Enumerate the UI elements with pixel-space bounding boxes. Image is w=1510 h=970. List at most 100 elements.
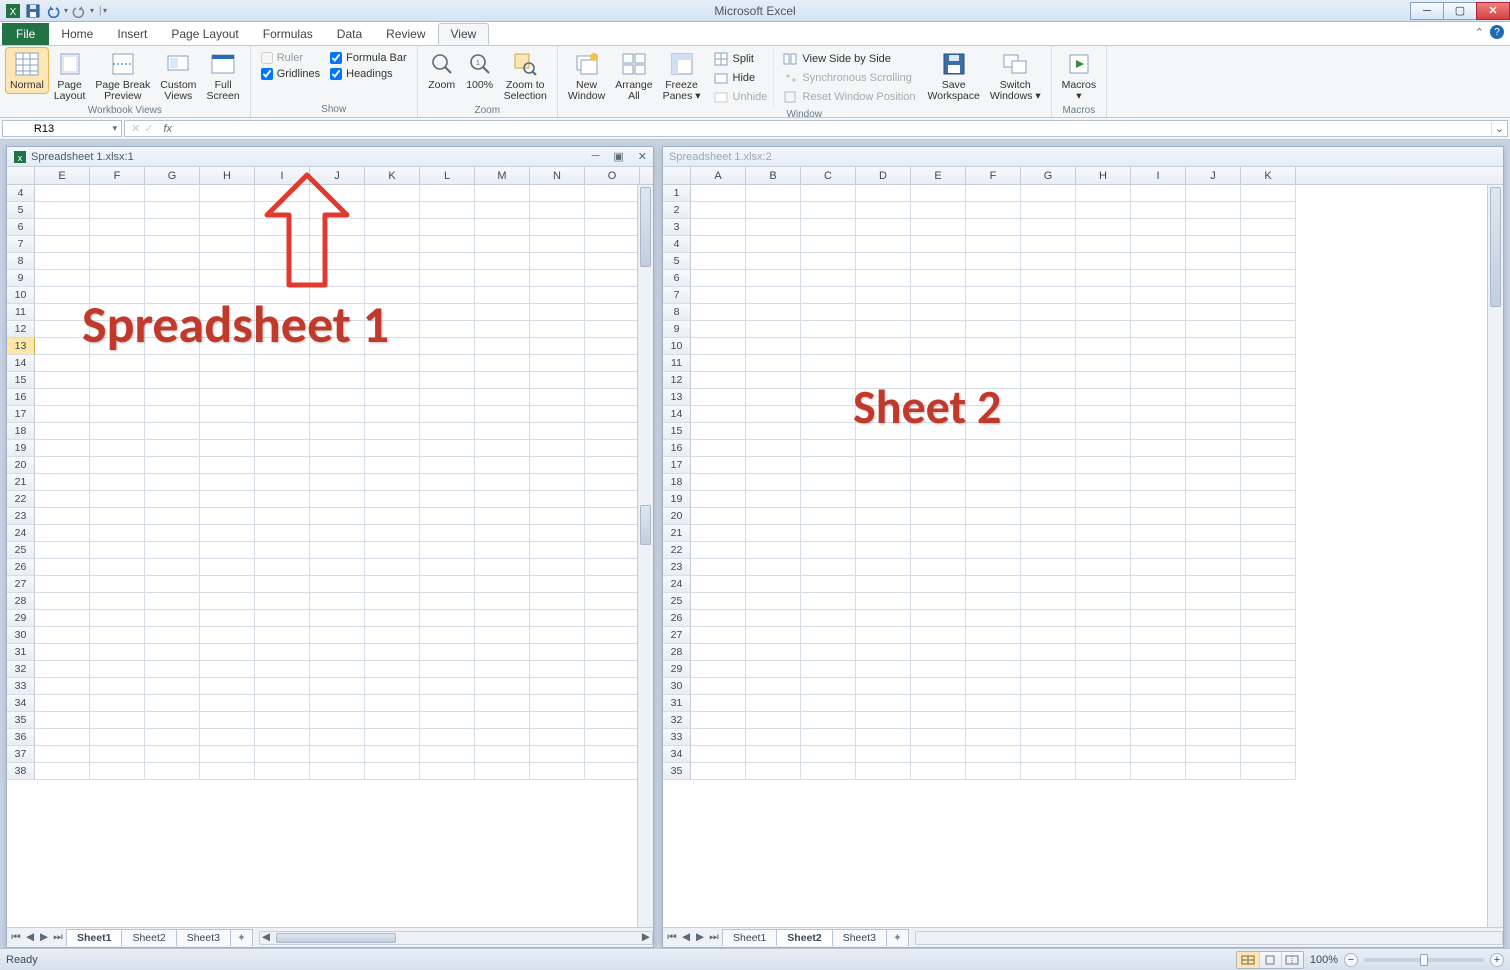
cell[interactable] [1186, 423, 1241, 440]
cell[interactable] [911, 389, 966, 406]
row-header[interactable]: 10 [7, 287, 35, 304]
cell[interactable] [475, 712, 530, 729]
cell[interactable] [35, 695, 90, 712]
cell[interactable] [145, 695, 200, 712]
cell[interactable] [856, 236, 911, 253]
cell[interactable] [255, 644, 310, 661]
cell[interactable] [145, 253, 200, 270]
cell[interactable] [420, 525, 475, 542]
cell[interactable] [585, 644, 640, 661]
cell[interactable] [255, 542, 310, 559]
cell[interactable] [966, 627, 1021, 644]
tab-nav-prev-1[interactable]: ◀ [23, 931, 37, 944]
cell[interactable] [746, 661, 801, 678]
cell[interactable] [856, 355, 911, 372]
col-header[interactable]: K [1241, 167, 1296, 184]
cell[interactable] [1076, 542, 1131, 559]
cell[interactable] [145, 338, 200, 355]
cell[interactable] [691, 763, 746, 780]
grid-2[interactable]: ABCDEFGHIJK 1234567891011121314151617181… [663, 167, 1503, 927]
cell[interactable] [530, 338, 585, 355]
row-header[interactable]: 26 [7, 559, 35, 576]
cell[interactable] [35, 372, 90, 389]
workbook-2-titlebar[interactable]: Spreadsheet 1.xlsx:2 [663, 147, 1503, 167]
cell[interactable] [801, 457, 856, 474]
cell[interactable] [200, 678, 255, 695]
cell[interactable] [530, 253, 585, 270]
tab-nav-next-1[interactable]: ▶ [37, 931, 51, 944]
row-header[interactable]: 35 [7, 712, 35, 729]
cell[interactable] [420, 746, 475, 763]
cell[interactable] [801, 185, 856, 202]
cell[interactable] [365, 304, 420, 321]
cell[interactable] [90, 406, 145, 423]
cell[interactable] [90, 525, 145, 542]
cell[interactable] [1131, 746, 1186, 763]
cell[interactable] [1186, 610, 1241, 627]
cell[interactable] [310, 491, 365, 508]
cell[interactable] [475, 610, 530, 627]
cell[interactable] [200, 712, 255, 729]
cell[interactable] [310, 253, 365, 270]
cell[interactable] [145, 508, 200, 525]
cell[interactable] [1076, 661, 1131, 678]
cell[interactable] [911, 185, 966, 202]
cell[interactable] [585, 627, 640, 644]
cell[interactable] [585, 763, 640, 780]
cell[interactable] [746, 321, 801, 338]
cell[interactable] [1241, 576, 1296, 593]
cell[interactable] [691, 304, 746, 321]
cell[interactable] [691, 287, 746, 304]
cell[interactable] [475, 542, 530, 559]
cell[interactable] [911, 593, 966, 610]
cell[interactable] [585, 525, 640, 542]
cell[interactable] [1186, 729, 1241, 746]
cell[interactable] [911, 321, 966, 338]
cell[interactable] [1076, 644, 1131, 661]
row-header[interactable]: 14 [7, 355, 35, 372]
row-header[interactable]: 22 [663, 542, 691, 559]
cell[interactable] [365, 559, 420, 576]
cell[interactable] [200, 457, 255, 474]
cell[interactable] [746, 644, 801, 661]
cell[interactable] [145, 270, 200, 287]
cell[interactable] [585, 389, 640, 406]
cell[interactable] [1186, 542, 1241, 559]
cell[interactable] [585, 712, 640, 729]
cell[interactable] [310, 525, 365, 542]
cell[interactable] [1186, 661, 1241, 678]
cell[interactable] [801, 219, 856, 236]
switch-windows-button[interactable]: Switch Windows ▾ [986, 48, 1045, 104]
cell[interactable] [966, 712, 1021, 729]
row-header[interactable]: 32 [7, 661, 35, 678]
cell[interactable] [475, 406, 530, 423]
cell[interactable] [746, 219, 801, 236]
cell[interactable] [691, 712, 746, 729]
cell[interactable] [530, 729, 585, 746]
cell[interactable] [145, 406, 200, 423]
cell[interactable] [585, 321, 640, 338]
cell[interactable] [1021, 253, 1076, 270]
cell[interactable] [200, 763, 255, 780]
cell[interactable] [801, 355, 856, 372]
cell[interactable] [475, 508, 530, 525]
cell[interactable] [1131, 253, 1186, 270]
cell[interactable] [801, 423, 856, 440]
col-header[interactable]: H [200, 167, 255, 184]
cell[interactable] [35, 287, 90, 304]
row-header[interactable]: 19 [663, 491, 691, 508]
cell[interactable] [255, 389, 310, 406]
col-header[interactable]: N [530, 167, 585, 184]
cell[interactable] [1186, 440, 1241, 457]
cell[interactable] [420, 559, 475, 576]
cell[interactable] [200, 372, 255, 389]
cell[interactable] [145, 474, 200, 491]
cell[interactable] [255, 712, 310, 729]
cell[interactable] [911, 610, 966, 627]
row-header[interactable]: 34 [663, 746, 691, 763]
cell[interactable] [856, 423, 911, 440]
cell[interactable] [1021, 661, 1076, 678]
cell[interactable] [1241, 355, 1296, 372]
cell[interactable] [1021, 678, 1076, 695]
cell[interactable] [310, 389, 365, 406]
